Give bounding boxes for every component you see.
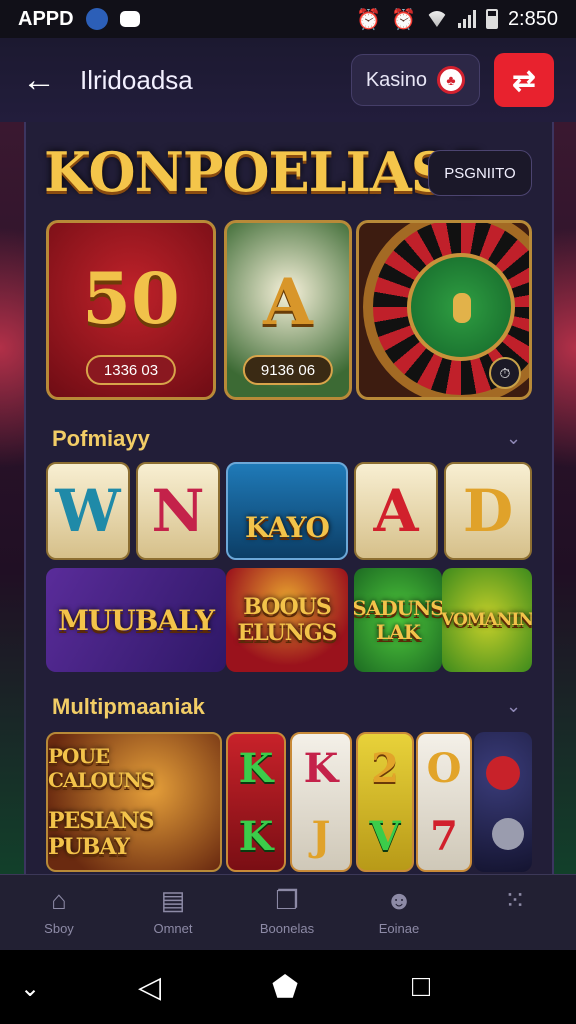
nav-label: Boonelas — [259, 921, 315, 936]
kasino-button[interactable]: Kasino ♣ — [350, 54, 480, 106]
game-tile-top-label: POUE CALOUNS — [48, 744, 155, 792]
timer-icon[interactable]: ⏱ — [489, 357, 521, 389]
wifi-icon — [425, 11, 448, 27]
casino-chip-icon: ♣ — [437, 66, 465, 94]
chevron-down-icon[interactable]: ⌄ — [20, 974, 40, 1003]
reel-symbol: 7 — [430, 812, 458, 860]
more-icon: ⁙ — [504, 885, 526, 915]
hero-logo: KONPOELIAS5 — [44, 140, 486, 204]
nav-label: Omnet — [153, 921, 193, 936]
share-icon: ⇄ — [512, 64, 536, 96]
reel-symbol: O — [426, 744, 462, 792]
kasino-label: Kasino — [365, 68, 427, 91]
signal-icon — [457, 10, 476, 28]
reel-symbol: V — [369, 812, 401, 860]
alarm-icon: ⏰ — [356, 8, 382, 31]
hero-card-slots[interactable]: A 9136 06 — [224, 220, 352, 400]
lever-base-icon — [492, 818, 524, 850]
notification-icon — [119, 11, 140, 27]
share-button[interactable]: ⇄ — [494, 53, 554, 107]
chevron-down-icon[interactable]: ⌄ — [506, 696, 521, 717]
page-title: Ilridoadsa — [80, 64, 193, 95]
home-icon: ⌂ — [51, 885, 67, 915]
hero-card-roulette[interactable]: ⏱ — [356, 220, 532, 400]
game-tile[interactable]: KAYO — [226, 462, 348, 560]
hero-card-letter: A — [263, 265, 313, 340]
reel-symbol: K — [238, 812, 274, 860]
game-banner[interactable]: BOOUS ELUNGS — [226, 568, 348, 672]
game-tile[interactable]: N — [136, 462, 220, 560]
app-bar: ← Ilridoadsa Kasino ♣ ⇄ — [0, 38, 576, 122]
game-banner[interactable]: VOMANIN — [442, 568, 532, 672]
recents-icon[interactable]: □ — [412, 970, 430, 1004]
nav-item-bonuses[interactable]: ❐ Boonelas — [242, 885, 332, 936]
hero-card-value: 50 — [82, 257, 180, 340]
section-title-multiplayer: Multipmaaniak — [52, 694, 205, 719]
reel-symbol: K — [238, 744, 274, 792]
battery-icon — [485, 9, 498, 29]
status-app-label: APPD — [18, 7, 74, 30]
slot-lever-tile[interactable] — [474, 732, 532, 872]
game-tile[interactable]: D — [444, 462, 532, 560]
game-banner[interactable]: SADUNS LAK — [354, 568, 442, 672]
section-title-popular: Pofmiayy — [52, 426, 150, 451]
game-tile[interactable]: A — [354, 462, 438, 560]
system-nav-bar: ⌄ ◁ ⬟ □ — [0, 950, 576, 1024]
bottom-nav: ⌂ Sboy ▤ Omnet ❐ Boonelas ☻ Eoinae ⁙ — [0, 874, 576, 950]
nav-item-profile[interactable]: ☻ Eoinae — [354, 885, 444, 936]
alarm-icon-2: ⏰ — [391, 8, 416, 31]
hero-card-jackpot[interactable]: 50 1336 03 — [46, 220, 216, 400]
nav-label: Eoinae — [378, 921, 420, 936]
hero-card-pill: 1336 03 — [85, 355, 177, 385]
wallet-icon: ▤ — [160, 885, 186, 915]
nav-label: Sboy — [44, 921, 74, 936]
location-icon — [85, 8, 108, 30]
arrow-left-icon[interactable]: ← — [22, 61, 62, 100]
game-tile-feature[interactable]: POUE CALOUNS PESIANS PUBAY — [46, 732, 222, 872]
back-triangle-icon[interactable]: ◁ — [138, 970, 161, 1005]
slot-reel[interactable]: O 7 — [416, 732, 472, 872]
reel-symbol: J — [311, 812, 331, 860]
home-button-icon[interactable]: ⬟ — [272, 970, 298, 1005]
reel-symbol: K — [303, 744, 339, 792]
status-time: 2:850 — [507, 7, 558, 30]
profile-icon: ☻ — [385, 885, 413, 915]
reel-symbol: 2 — [371, 744, 399, 792]
gift-icon: ❐ — [275, 885, 299, 915]
slot-reel[interactable]: 2 V — [356, 732, 414, 872]
hero-chip[interactable]: PSGNIITO — [428, 150, 532, 196]
game-tile-bottom-label: PESIANS PUBAY — [48, 808, 155, 860]
nav-item-more[interactable]: ⁙ — [470, 885, 560, 921]
slot-reel[interactable]: K K — [226, 732, 286, 872]
game-tile[interactable]: W — [46, 462, 130, 560]
lever-knob-icon — [486, 756, 520, 790]
game-banner[interactable]: MUUBALY — [46, 568, 226, 672]
nav-item-home[interactable]: ⌂ Sboy — [14, 885, 104, 936]
status-bar: APPD ⏰ ⏰ 2:850 — [0, 0, 576, 38]
hero-card-pill: 9136 06 — [242, 355, 334, 385]
slot-reel[interactable]: K J — [290, 732, 352, 872]
nav-item-wallet[interactable]: ▤ Omnet — [128, 885, 218, 936]
chevron-down-icon[interactable]: ⌄ — [506, 428, 521, 449]
